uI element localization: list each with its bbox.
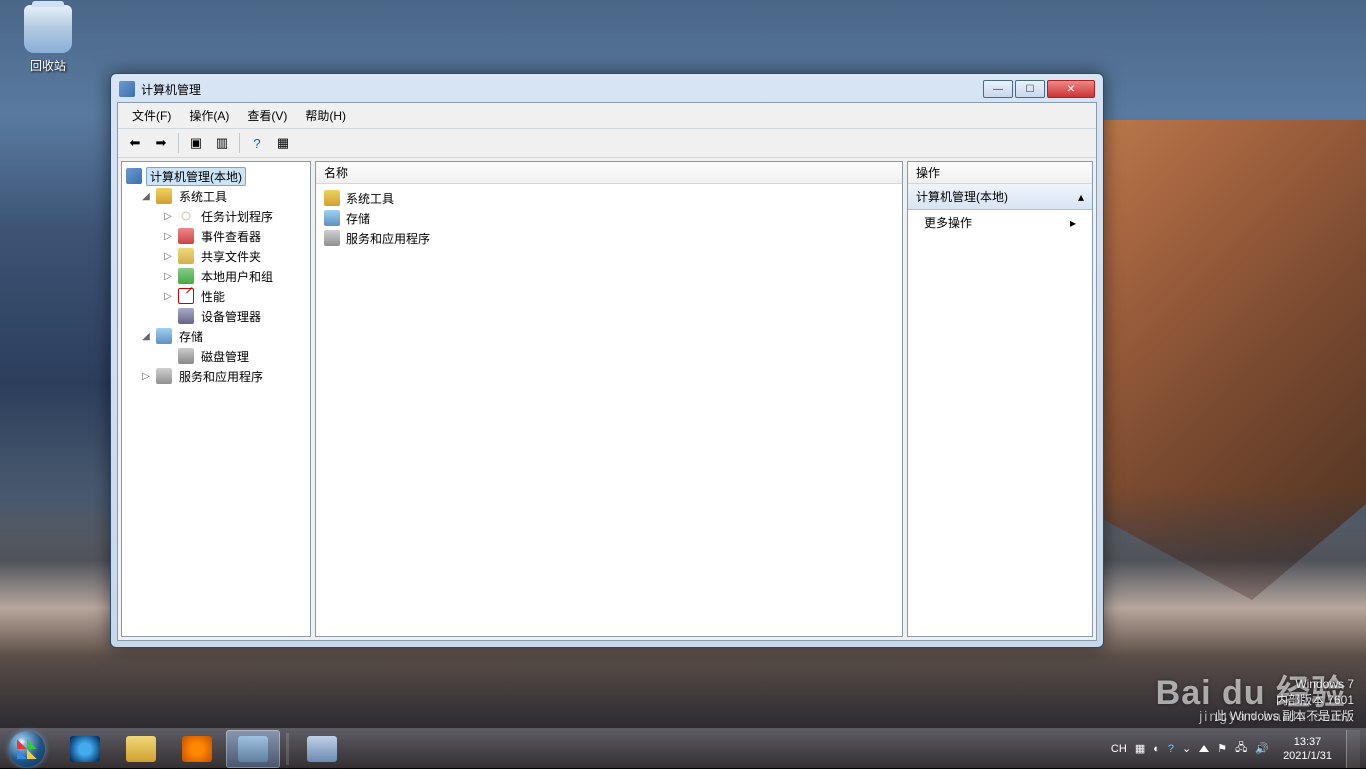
tree-root[interactable]: 计算机管理(本地) [122, 166, 310, 186]
ime-pad-icon[interactable]: ▦ [1135, 742, 1145, 755]
list-item[interactable]: 服务和应用程序 [324, 228, 894, 248]
actions-pane: 操作 计算机管理(本地) ▴ 更多操作 ▸ [907, 161, 1093, 637]
close-button[interactable]: ✕ [1047, 80, 1095, 98]
tools-icon [156, 188, 172, 204]
column-header-name[interactable]: 名称 [316, 162, 902, 184]
collapse-icon[interactable]: ▴ [1078, 190, 1084, 204]
expand-icon[interactable]: ▷ [162, 211, 174, 222]
menubar: 文件(F) 操作(A) 查看(V) 帮助(H) [118, 103, 1096, 129]
volume-icon[interactable]: 🔊 [1255, 742, 1269, 755]
network-icon[interactable]: 🖧 [1235, 739, 1247, 758]
tree-task-scheduler[interactable]: ▷ 任务计划程序 [122, 206, 310, 226]
recycle-bin[interactable]: 回收站 [18, 5, 78, 74]
computer-management-window: 计算机管理 — ☐ ✕ 文件(F) 操作(A) 查看(V) 帮助(H) ⬅ ➡ … [110, 73, 1104, 648]
tree-disk-management[interactable]: ▷ 磁盘管理 [122, 346, 310, 366]
expand-icon[interactable]: ▷ [162, 291, 174, 302]
menu-action[interactable]: 操作(A) [181, 105, 237, 126]
computer-icon [126, 168, 142, 184]
recycle-bin-label: 回收站 [18, 57, 78, 74]
taskbar-separator [286, 733, 289, 765]
ime-tool-icon[interactable]: ◐ [1153, 743, 1160, 755]
menu-view[interactable]: 查看(V) [239, 105, 295, 126]
tree-event-viewer[interactable]: ▷ 事件查看器 [122, 226, 310, 246]
up-button[interactable]: ▣ [185, 132, 207, 154]
expand-icon[interactable]: ▷ [162, 231, 174, 242]
device-icon [178, 308, 194, 324]
expand-icon[interactable]: ▷ [140, 371, 152, 382]
actions-group[interactable]: 计算机管理(本地) ▴ [908, 184, 1092, 210]
users-icon [178, 268, 194, 284]
back-button[interactable]: ⬅ [124, 132, 146, 154]
toolbar: ⬅ ➡ ▣ ▥ ? ▦ [118, 129, 1096, 158]
app-icon [119, 81, 135, 97]
menu-help[interactable]: 帮助(H) [297, 105, 354, 126]
navigation-tree-pane: 计算机管理(本地) ◢ 系统工具 ▷ 任务计划程序 ▷ [121, 161, 311, 637]
show-desktop-button[interactable] [1346, 730, 1360, 768]
computer-management-icon [307, 736, 337, 762]
clock-icon [178, 208, 194, 224]
properties-button[interactable]: ▥ [211, 132, 233, 154]
titlebar[interactable]: 计算机管理 — ☐ ✕ [117, 80, 1097, 102]
expand-icon[interactable]: ▷ [162, 251, 174, 262]
chevron-right-icon: ▸ [1070, 216, 1076, 230]
tree-shared-folders[interactable]: ▷ 共享文件夹 [122, 246, 310, 266]
ime-indicator[interactable]: CH [1111, 743, 1127, 755]
ime-help-icon[interactable]: ? [1168, 743, 1174, 755]
ime-option-icon[interactable]: ⌄ [1182, 742, 1191, 755]
taskbar-computer-management[interactable] [295, 730, 349, 768]
mmc-icon [238, 736, 268, 762]
media-player-icon [182, 736, 212, 762]
minimize-button[interactable]: — [983, 80, 1013, 98]
windows-logo-icon [9, 731, 45, 767]
expand-icon[interactable]: ▷ [162, 271, 174, 282]
storage-icon [324, 210, 340, 226]
recycle-bin-icon [24, 5, 72, 53]
storage-icon [156, 328, 172, 344]
window-title: 计算机管理 [141, 81, 201, 98]
services-icon [324, 230, 340, 246]
tree-system-tools[interactable]: ◢ 系统工具 [122, 186, 310, 206]
collapse-icon[interactable]: ◢ [140, 331, 152, 342]
event-icon [178, 228, 194, 244]
menu-file[interactable]: 文件(F) [124, 105, 179, 126]
maximize-button[interactable]: ☐ [1015, 80, 1045, 98]
show-hide-button[interactable]: ▦ [272, 132, 294, 154]
tree-local-users[interactable]: ▷ 本地用户和组 [122, 266, 310, 286]
action-center-icon[interactable]: ⚑ [1217, 742, 1227, 755]
start-button[interactable] [0, 729, 54, 769]
tree-device-manager[interactable]: ▷ 设备管理器 [122, 306, 310, 326]
content-list-pane: 名称 系统工具 存储 服务和应用程序 [315, 161, 903, 637]
tray-expand-icon[interactable] [1199, 745, 1209, 752]
actions-header: 操作 [908, 162, 1092, 184]
system-tray: CH ▦ ◐ ? ⌄ ⚑ 🖧 🔊 13:37 2021/1/31 [1111, 729, 1366, 768]
taskbar-media-player[interactable] [170, 730, 224, 768]
tree-storage[interactable]: ◢ 存储 [122, 326, 310, 346]
tree-services-apps[interactable]: ▷ 服务和应用程序 [122, 366, 310, 386]
taskbar: CH ▦ ◐ ? ⌄ ⚑ 🖧 🔊 13:37 2021/1/31 [0, 728, 1366, 768]
ie-icon [70, 736, 100, 762]
actions-more[interactable]: 更多操作 ▸ [908, 210, 1092, 235]
folder-icon [178, 248, 194, 264]
performance-icon [178, 288, 194, 304]
disk-icon [178, 348, 194, 364]
services-icon [156, 368, 172, 384]
activation-watermark: Windows 7 内部版本 7601 此 Windows 副本不是正版 [1215, 676, 1354, 724]
taskbar-ie[interactable] [58, 730, 112, 768]
tools-icon [324, 190, 340, 206]
forward-button[interactable]: ➡ [150, 132, 172, 154]
help-button[interactable]: ? [246, 132, 268, 154]
tree-performance[interactable]: ▷ 性能 [122, 286, 310, 306]
collapse-icon[interactable]: ◢ [140, 191, 152, 202]
taskbar-mmc[interactable] [226, 730, 280, 768]
explorer-icon [126, 736, 156, 762]
taskbar-explorer[interactable] [114, 730, 168, 768]
list-item[interactable]: 存储 [324, 208, 894, 228]
clock[interactable]: 13:37 2021/1/31 [1277, 735, 1338, 763]
list-item[interactable]: 系统工具 [324, 188, 894, 208]
